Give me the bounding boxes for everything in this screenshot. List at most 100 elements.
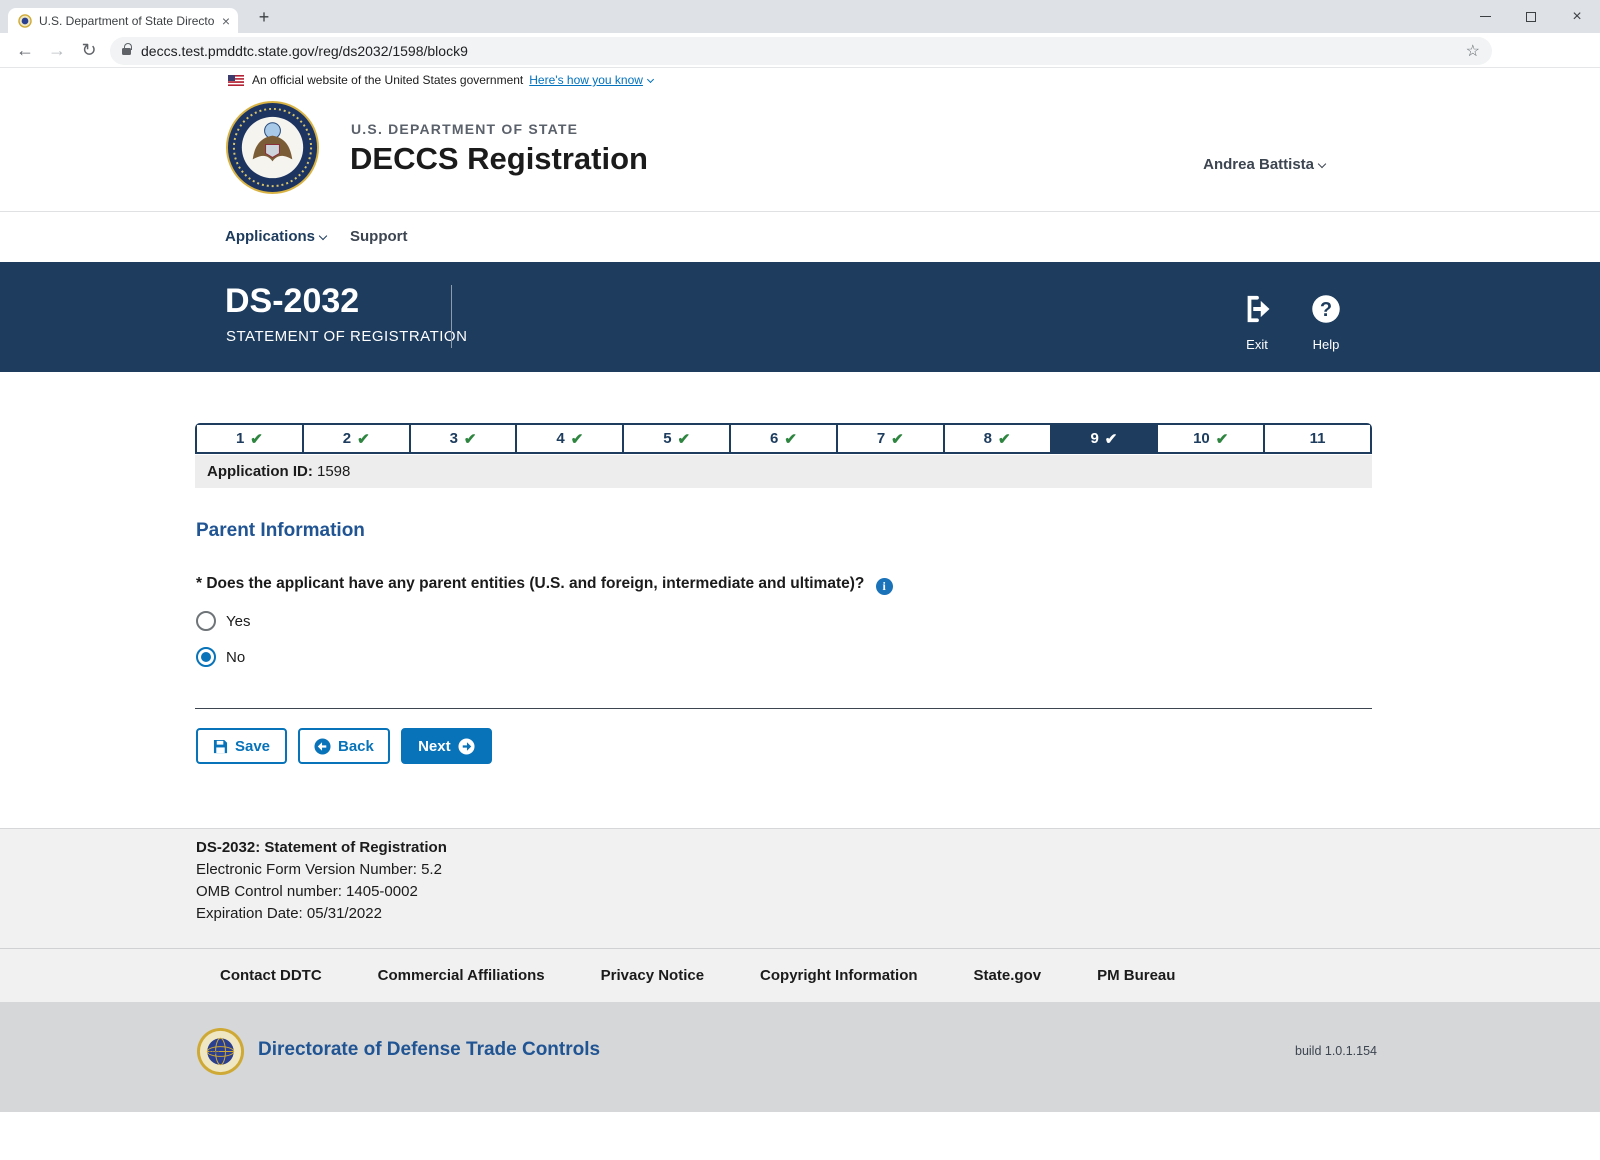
nav-support[interactable]: Support bbox=[350, 228, 408, 245]
step-tab-9[interactable]: 9 ✔ bbox=[1051, 425, 1159, 452]
help-icon: ? bbox=[1312, 295, 1340, 323]
tab-close-icon[interactable]: × bbox=[222, 14, 230, 28]
arrow-left-circle-icon bbox=[314, 737, 331, 755]
minimize-button[interactable] bbox=[1462, 0, 1508, 33]
main-nav: Applications Support bbox=[0, 212, 1600, 262]
step-bar: 1 ✔ 2 ✔ 3 ✔ 4 ✔ 5 ✔ 6 ✔ 7 ✔ 8 ✔ 9 ✔ 10 ✔ 11 bbox=[195, 423, 1372, 454]
step-tab-10[interactable]: 10 ✔ bbox=[1158, 425, 1266, 452]
form-divider bbox=[195, 708, 1372, 709]
question-text: * Does the applicant have any parent ent… bbox=[196, 575, 865, 592]
form-info-line: OMB Control number: 1405-0002 bbox=[196, 883, 418, 900]
check-icon: ✔ bbox=[357, 430, 370, 448]
reload-icon[interactable]: ↻ bbox=[74, 33, 104, 68]
footer-link-state-gov[interactable]: State.gov bbox=[974, 967, 1042, 984]
check-icon: ✔ bbox=[463, 430, 477, 448]
agency-label: U.S. DEPARTMENT OF STATE bbox=[351, 121, 579, 137]
footer-link-copyright-information[interactable]: Copyright Information bbox=[760, 967, 918, 984]
step-tab-6[interactable]: 6 ✔ bbox=[731, 425, 838, 452]
bottom-footer: DDTC Directorate of Defense Trade Contro… bbox=[0, 1002, 1600, 1112]
check-icon: ✔ bbox=[250, 430, 263, 448]
radio-label: Yes bbox=[226, 612, 251, 630]
check-icon: ✔ bbox=[570, 430, 584, 448]
state-department-seal bbox=[225, 100, 320, 200]
info-icon[interactable]: i bbox=[875, 578, 893, 595]
step-tab-4[interactable]: 4 ✔ bbox=[517, 425, 625, 452]
page: U.S. Department of State Directo × + × ←… bbox=[0, 0, 1600, 1160]
step-tab-7[interactable]: 7 ✔ bbox=[837, 425, 945, 452]
new-tab-button[interactable]: + bbox=[252, 5, 276, 29]
svg-text:DDTC: DDTC bbox=[209, 1050, 220, 1055]
favicon-ddtc-icon bbox=[18, 13, 32, 28]
chevron-down-icon bbox=[318, 231, 328, 241]
application-id-bar: Application ID: 1598 bbox=[195, 455, 1372, 488]
bookmark-star-icon[interactable]: ☆ bbox=[1466, 41, 1480, 61]
save-button[interactable]: Save bbox=[196, 728, 287, 764]
close-button[interactable]: × bbox=[1554, 0, 1600, 33]
restore-button[interactable] bbox=[1508, 0, 1554, 33]
step-tab-8[interactable]: 8 ✔ bbox=[944, 425, 1052, 452]
step-number: 10 bbox=[1193, 430, 1210, 447]
application-id-label: Application ID: bbox=[207, 463, 313, 480]
footer-link-commercial-affiliations[interactable]: Commercial Affiliations bbox=[378, 967, 545, 984]
step-tab-11[interactable]: 11 bbox=[1265, 425, 1370, 452]
footer-link-pm-bureau[interactable]: PM Bureau bbox=[1097, 967, 1175, 984]
site-header: U.S. DEPARTMENT OF STATE DECCS Registrat… bbox=[0, 92, 1600, 211]
question-label: * Does the applicant have any parent ent… bbox=[196, 575, 893, 595]
application-id-value: 1598 bbox=[317, 463, 351, 480]
step-number: 2 bbox=[342, 430, 352, 447]
footer-links: Contact DDTC Commercial Affiliations Priva… bbox=[0, 948, 1600, 1002]
user-menu[interactable]: Andrea Battista bbox=[1203, 156, 1327, 173]
step-number: 5 bbox=[663, 430, 672, 447]
check-icon: ✔ bbox=[997, 430, 1011, 448]
step-tab-3[interactable]: 3 ✔ bbox=[410, 425, 518, 452]
check-icon: ✔ bbox=[677, 430, 691, 448]
check-icon: ✔ bbox=[1104, 430, 1118, 448]
address-bar: ← → ↻ deccs.test.pmddtc.state.gov/reg/ds… bbox=[0, 33, 1600, 95]
exit-label: Exit bbox=[1246, 337, 1268, 352]
app-title: DECCS Registration bbox=[350, 141, 648, 176]
save-icon bbox=[213, 739, 228, 753]
step-tab-1[interactable]: 1 ✔ bbox=[197, 425, 304, 452]
ddtc-logo-icon: DDTC bbox=[196, 1027, 245, 1081]
step-tab-5[interactable]: 5 ✔ bbox=[624, 425, 732, 452]
form-name: STATEMENT OF REGISTRATION bbox=[226, 328, 468, 345]
radio-option-no[interactable]: No bbox=[196, 645, 250, 669]
step-number: 4 bbox=[556, 430, 565, 447]
chevron-down-icon bbox=[646, 75, 654, 84]
step-number: 3 bbox=[449, 430, 458, 447]
help-button[interactable]: ? Help bbox=[1296, 294, 1356, 352]
form-info-line: Expiration Date: 05/31/2022 bbox=[196, 905, 382, 922]
browser-tab-bar: U.S. Department of State Directo × + × bbox=[0, 0, 1600, 33]
radio-option-yes[interactable]: Yes bbox=[196, 609, 250, 633]
banner-divider bbox=[451, 285, 452, 348]
step-number: 7 bbox=[876, 430, 886, 447]
browser-tab[interactable]: U.S. Department of State Directo × bbox=[8, 8, 238, 33]
gov-banner-text: An official website of the United States… bbox=[252, 73, 524, 87]
arrow-right-circle-icon bbox=[458, 737, 475, 755]
radio-selected-icon[interactable] bbox=[196, 647, 216, 667]
exit-button[interactable]: Exit bbox=[1227, 294, 1287, 352]
step-number: 11 bbox=[1309, 430, 1326, 447]
omnibox[interactable]: deccs.test.pmddtc.state.gov/reg/ds2032/1… bbox=[110, 37, 1492, 65]
gov-banner: An official website of the United States… bbox=[0, 68, 1600, 92]
radio-unselected-icon[interactable] bbox=[196, 611, 216, 631]
org-name-link[interactable]: Directorate of Defense Trade Controls bbox=[258, 1039, 600, 1061]
form-info-section: DS-2032: Statement of Registration Elect… bbox=[0, 828, 1600, 948]
nav-applications[interactable]: Applications bbox=[225, 228, 328, 245]
form-info-line: Electronic Form Version Number: 5.2 bbox=[196, 861, 442, 878]
next-button[interactable]: Next bbox=[400, 728, 492, 764]
form-info-title: DS-2032: Statement of Registration bbox=[196, 839, 447, 856]
footer-link-privacy-notice[interactable]: Privacy Notice bbox=[601, 967, 704, 984]
footer-link-contact-ddtc[interactable]: Contact DDTC bbox=[220, 967, 322, 984]
back-label: Back bbox=[338, 737, 374, 755]
minimize-icon bbox=[1479, 15, 1491, 18]
step-tab-2[interactable]: 2 ✔ bbox=[303, 425, 411, 452]
back-icon[interactable]: ← bbox=[10, 33, 40, 68]
url-text[interactable]: deccs.test.pmddtc.state.gov/reg/ds2032/1… bbox=[141, 43, 1466, 59]
svg-text:?: ? bbox=[1320, 299, 1332, 321]
radio-label: No bbox=[226, 648, 246, 666]
how-you-know-link[interactable]: Here's how you know bbox=[529, 73, 654, 87]
back-button[interactable]: Back bbox=[298, 728, 390, 764]
window-controls: × bbox=[1462, 0, 1600, 33]
step-number: 6 bbox=[770, 430, 779, 447]
